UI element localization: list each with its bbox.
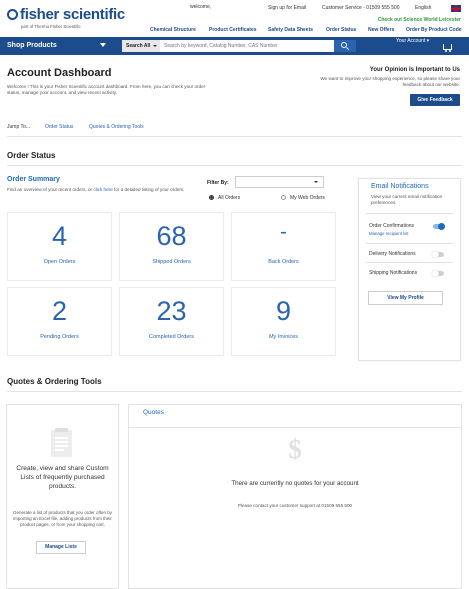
filter-by-label: Filter By: <box>207 180 229 186</box>
nav-chemical-structure[interactable]: Chemical Structure <box>150 27 196 33</box>
shipping-notifications-label: Shipping Notifications <box>369 270 418 276</box>
divider <box>7 391 462 392</box>
quotes-card <box>128 404 462 589</box>
all-orders-label: All Orders <box>218 195 241 201</box>
search-input[interactable] <box>160 40 334 52</box>
radio-my-web-orders[interactable] <box>281 195 286 200</box>
delivery-notifications-label: Delivery Notifications <box>369 251 416 257</box>
search-scope-select[interactable]: Search All <box>122 40 160 52</box>
divider <box>7 165 462 166</box>
opinion-text: We want to improve your shopping experie… <box>320 76 460 87</box>
shipped-orders-count: 68 <box>156 221 187 251</box>
brand-name: fisher scientific <box>20 6 125 23</box>
your-account-menu[interactable]: Your Account ▾ <box>396 38 429 44</box>
order-summary-title: Order Summary <box>7 176 60 183</box>
order-confirmations-toggle[interactable] <box>433 223 445 230</box>
chevron-down-icon <box>100 43 106 47</box>
pending-orders-card[interactable]: 2 Pending Orders <box>7 287 112 356</box>
divider <box>366 213 453 214</box>
divider <box>129 427 461 428</box>
completed-orders-card[interactable]: 23 Completed Orders <box>119 287 224 356</box>
quotes-contact-text: Please contact your customer support at … <box>237 503 353 508</box>
click-here-link[interactable]: click here <box>93 187 112 192</box>
shipped-orders-label: Shipped Orders <box>152 259 191 265</box>
filter-by-select[interactable] <box>235 176 324 188</box>
my-web-orders-label: My Web Orders <box>290 195 325 201</box>
account-label: Your Account <box>396 38 426 44</box>
cart-icon[interactable] <box>443 44 452 52</box>
welcome-text: welcome, <box>190 4 212 10</box>
email-notifications-title: Email Notifications <box>371 183 429 190</box>
back-orders-count: - <box>280 221 287 243</box>
open-orders-label: Open Orders <box>43 259 76 265</box>
email-notifications-subtitle: View your current email notification pre… <box>371 194 443 205</box>
search-icon <box>341 42 347 48</box>
nav-order-by-product-code[interactable]: Order By Product Code <box>406 27 462 33</box>
order-summary-subtitle: Find an overview of your recent orders, … <box>7 187 184 192</box>
back-orders-label: Back Orders <box>268 259 299 265</box>
summary-text-a: Find an overview of your recent orders, … <box>7 187 93 192</box>
fisher-scientific-logo[interactable]: fisher scientific part of Thermo Fisher … <box>7 6 137 29</box>
dashboard-intro: Welcome ! This is your Fisher Scientific… <box>7 84 206 95</box>
summary-text-b: for a detailed listing of your orders. <box>114 187 185 192</box>
completed-orders-label: Completed Orders <box>149 334 194 340</box>
completed-orders-count: 23 <box>156 296 187 326</box>
signup-email-link[interactable]: Sign up for Email <box>268 5 306 19</box>
nav-product-certificates[interactable]: Product Certificates <box>209 27 257 33</box>
quotes-title: Quotes <box>143 409 164 416</box>
jump-quotes-link[interactable]: Quotes & Ordering Tools <box>89 124 144 130</box>
open-orders-count: 4 <box>51 221 68 251</box>
view-my-profile-button[interactable]: View My Profile <box>368 291 443 305</box>
clipboard-list-icon <box>51 428 72 457</box>
manage-recipient-link[interactable]: Manage recipient list <box>369 231 408 236</box>
nav-new-offers[interactable]: New Offers <box>368 27 394 33</box>
page-title: Account Dashboard <box>7 67 112 79</box>
back-orders-card[interactable]: - Back Orders <box>231 212 336 281</box>
jump-to-label: Jump To... <box>7 124 30 130</box>
tools-heading: Quotes & Ordering Tools <box>7 377 102 386</box>
shipping-notifications-toggle[interactable] <box>432 270 444 277</box>
divider <box>366 243 453 244</box>
nav-safety-data-sheets[interactable]: Safety Data Sheets <box>268 27 313 33</box>
nav-order-status[interactable]: Order Status <box>326 27 356 33</box>
uk-flag-icon[interactable] <box>451 5 461 12</box>
opinion-title: Your Opinion Is Important to Us <box>369 67 460 73</box>
promo-link[interactable]: Check out Science World Leicester <box>378 17 461 23</box>
divider <box>7 136 462 137</box>
dollar-icon: $ <box>288 434 302 464</box>
custom-lists-title: Create, view and share Custom Lists of f… <box>16 465 109 490</box>
my-invoices-card[interactable]: 9 My Invoices <box>231 287 336 356</box>
pending-orders-label: Pending Orders <box>40 334 79 340</box>
open-orders-card[interactable]: 4 Open Orders <box>7 212 112 281</box>
jump-order-status-link[interactable]: Order Status <box>45 124 73 130</box>
my-invoices-count: 9 <box>275 296 292 326</box>
radio-all-orders[interactable] <box>209 195 214 200</box>
give-feedback-button[interactable]: Give Feedback <box>410 94 460 106</box>
order-status-heading: Order Status <box>7 151 56 160</box>
custom-lists-description: Generate a list of products that you ord… <box>12 510 113 527</box>
pending-orders-count: 2 <box>51 296 68 326</box>
order-confirmations-label: Order Confirmations <box>369 223 415 229</box>
divider <box>366 262 453 263</box>
my-invoices-label: My Invoices <box>268 334 299 340</box>
shop-products-button[interactable]: Shop Products <box>7 37 57 55</box>
no-quotes-message: There are currently no quotes for your a… <box>231 480 359 487</box>
delivery-notifications-toggle[interactable] <box>432 251 444 258</box>
manage-lists-button[interactable]: Manage Lists <box>36 541 86 554</box>
brand-tagline: part of Thermo Fisher Scientific <box>21 24 81 29</box>
logo-ring-icon <box>7 9 18 20</box>
shipped-orders-card[interactable]: 68 Shipped Orders <box>119 212 224 281</box>
